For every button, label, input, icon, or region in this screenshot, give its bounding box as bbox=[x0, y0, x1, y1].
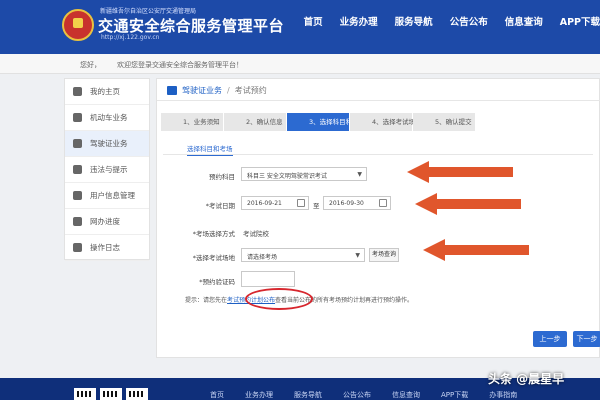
site-select[interactable]: 请选择考场 ▼ bbox=[241, 248, 365, 262]
qr-code-icon bbox=[74, 388, 96, 400]
nav-home[interactable]: 首页 bbox=[304, 14, 323, 28]
sidebar-item-vehicle[interactable]: 机动车业务 bbox=[65, 105, 149, 131]
nav-business[interactable]: 业务办理 bbox=[340, 14, 378, 28]
sidebar-item-label: 我的主页 bbox=[90, 87, 120, 96]
prev-button[interactable]: 上一步 bbox=[533, 331, 567, 347]
sidebar-item-label: 机动车业务 bbox=[90, 113, 128, 122]
license-icon bbox=[167, 86, 177, 95]
captcha-input[interactable] bbox=[241, 271, 295, 287]
greeting: 您好， bbox=[80, 61, 101, 69]
footer-nav-query[interactable]: 信息查询 bbox=[392, 390, 420, 400]
main-panel: 驾驶证业务 / 考试预约 1、业务须知 2、确认信息 3、选择科目和考场 4、选择考… bbox=[156, 78, 600, 358]
site-subtitle: 新疆维吾尔自治区公安厅交通管理局 bbox=[100, 8, 197, 15]
site-url: http://xj.122.gov.cn bbox=[101, 34, 160, 41]
sidebar-item-label: 操作日志 bbox=[90, 243, 120, 252]
date-separator: 至 bbox=[313, 202, 320, 210]
method-value: 考试院校 bbox=[243, 230, 269, 238]
car-icon bbox=[73, 113, 82, 122]
annotation-arrow-icon bbox=[415, 193, 521, 215]
footer-nav: 首页 业务办理 服务导航 公告公布 信息查询 APP下载 办事指南 bbox=[210, 390, 538, 400]
sidebar-item-license[interactable]: 驾驶证业务 bbox=[65, 131, 149, 157]
date-end-input[interactable]: 2016-09-30 bbox=[323, 196, 391, 210]
user-icon bbox=[73, 191, 82, 200]
site-label: *选择考试场地 bbox=[192, 254, 235, 262]
date-end-value: 2016-09-30 bbox=[329, 200, 364, 207]
watermark: 头条 @晨星早 bbox=[488, 372, 565, 386]
chevron-down-icon: ▼ bbox=[357, 171, 362, 178]
nav-query[interactable]: 信息查询 bbox=[505, 14, 543, 28]
nav-notice[interactable]: 公告公布 bbox=[450, 14, 488, 28]
step-indicator: 1、业务须知 2、确认信息 3、选择科目和考场 4、选择考试场次 5、确认提交 bbox=[161, 113, 476, 131]
sidebar-item-home[interactable]: 我的主页 bbox=[65, 79, 149, 105]
sidebar-item-log[interactable]: 操作日志 bbox=[65, 235, 149, 261]
footer-nav-notice[interactable]: 公告公布 bbox=[343, 390, 371, 400]
top-nav: 首页 业务办理 服务导航 公告公布 信息查询 APP下载 bbox=[287, 14, 600, 28]
welcome-bar: 您好， 欢迎您登录交通安全综合服务管理平台！ bbox=[0, 54, 600, 74]
nav-service[interactable]: 服务导航 bbox=[395, 14, 433, 28]
home-icon bbox=[73, 87, 82, 96]
date-start-input[interactable]: 2016-09-21 bbox=[241, 196, 309, 210]
calendar-icon bbox=[379, 199, 387, 207]
subject-select[interactable]: 科目三 安全文明驾驶常识考试 ▼ bbox=[241, 167, 367, 181]
date-start-value: 2016-09-21 bbox=[247, 200, 282, 207]
footer-nav-business[interactable]: 业务办理 bbox=[245, 390, 273, 400]
code-label: *预约验证码 bbox=[199, 278, 235, 286]
sidebar-item-user[interactable]: 用户信息管理 bbox=[65, 183, 149, 209]
sidebar: 我的主页 机动车业务 驾驶证业务 违法与提示 用户信息管理 网办进度 操作日志 bbox=[64, 78, 150, 261]
step-2: 2、确认信息 bbox=[224, 113, 286, 131]
site-header: 新疆维吾尔自治区公安厅交通管理局 交通安全综合服务管理平台 http://xj.… bbox=[0, 0, 600, 54]
qr-code-icon bbox=[100, 388, 122, 400]
bell-icon bbox=[73, 165, 82, 174]
date-label: *考试日期 bbox=[205, 202, 235, 210]
sidebar-item-progress[interactable]: 网办进度 bbox=[65, 209, 149, 235]
footer-nav-home[interactable]: 首页 bbox=[210, 390, 224, 400]
step-5: 5、确认提交 bbox=[413, 113, 475, 131]
sidebar-item-label: 驾驶证业务 bbox=[90, 139, 128, 148]
divider bbox=[163, 154, 593, 155]
footer-nav-guide[interactable]: 办事指南 bbox=[489, 390, 517, 400]
annotation-circle bbox=[245, 288, 313, 310]
sidebar-item-label: 用户信息管理 bbox=[90, 191, 135, 200]
sidebar-item-label: 违法与提示 bbox=[90, 165, 128, 174]
footer-nav-app[interactable]: APP下载 bbox=[441, 390, 468, 400]
method-label: *考场选择方式 bbox=[192, 230, 235, 238]
step-1: 1、业务须知 bbox=[161, 113, 223, 131]
calendar-icon bbox=[297, 199, 305, 207]
police-emblem-icon bbox=[62, 9, 94, 41]
step-4: 4、选择考试场次 bbox=[350, 113, 422, 131]
breadcrumb-current: 考试预约 bbox=[234, 86, 267, 95]
tip-prefix: 提示：请您先在 bbox=[185, 297, 228, 304]
subject-value: 科目三 安全文明驾驶常识考试 bbox=[247, 173, 327, 180]
annotation-arrow-icon bbox=[423, 239, 529, 261]
sidebar-item-violation[interactable]: 违法与提示 bbox=[65, 157, 149, 183]
site-title: 交通安全综合服务管理平台 bbox=[98, 17, 285, 35]
sidebar-item-label: 网办进度 bbox=[90, 217, 120, 226]
welcome-message: 欢迎您登录交通安全综合服务管理平台！ bbox=[117, 61, 243, 69]
step-3: 3、选择科目和考场 bbox=[287, 113, 365, 131]
breadcrumb: 驾驶证业务 / 考试预约 bbox=[157, 79, 600, 101]
log-icon bbox=[73, 243, 82, 252]
license-icon bbox=[73, 139, 82, 148]
breadcrumb-section[interactable]: 驾驶证业务 bbox=[182, 86, 222, 95]
site-value: 请选择考场 bbox=[247, 254, 278, 261]
qr-code-icon bbox=[126, 388, 148, 400]
nav-app[interactable]: APP下载 bbox=[560, 14, 600, 28]
annotation-arrow-icon bbox=[407, 161, 513, 183]
next-button[interactable]: 下一步 bbox=[573, 331, 600, 347]
site-query-button[interactable]: 考场查询 bbox=[369, 248, 399, 262]
subject-label: 预约科目 bbox=[209, 173, 235, 181]
chevron-down-icon: ▼ bbox=[355, 252, 360, 259]
monitor-icon bbox=[73, 217, 82, 226]
footer-nav-service[interactable]: 服务导航 bbox=[294, 390, 322, 400]
